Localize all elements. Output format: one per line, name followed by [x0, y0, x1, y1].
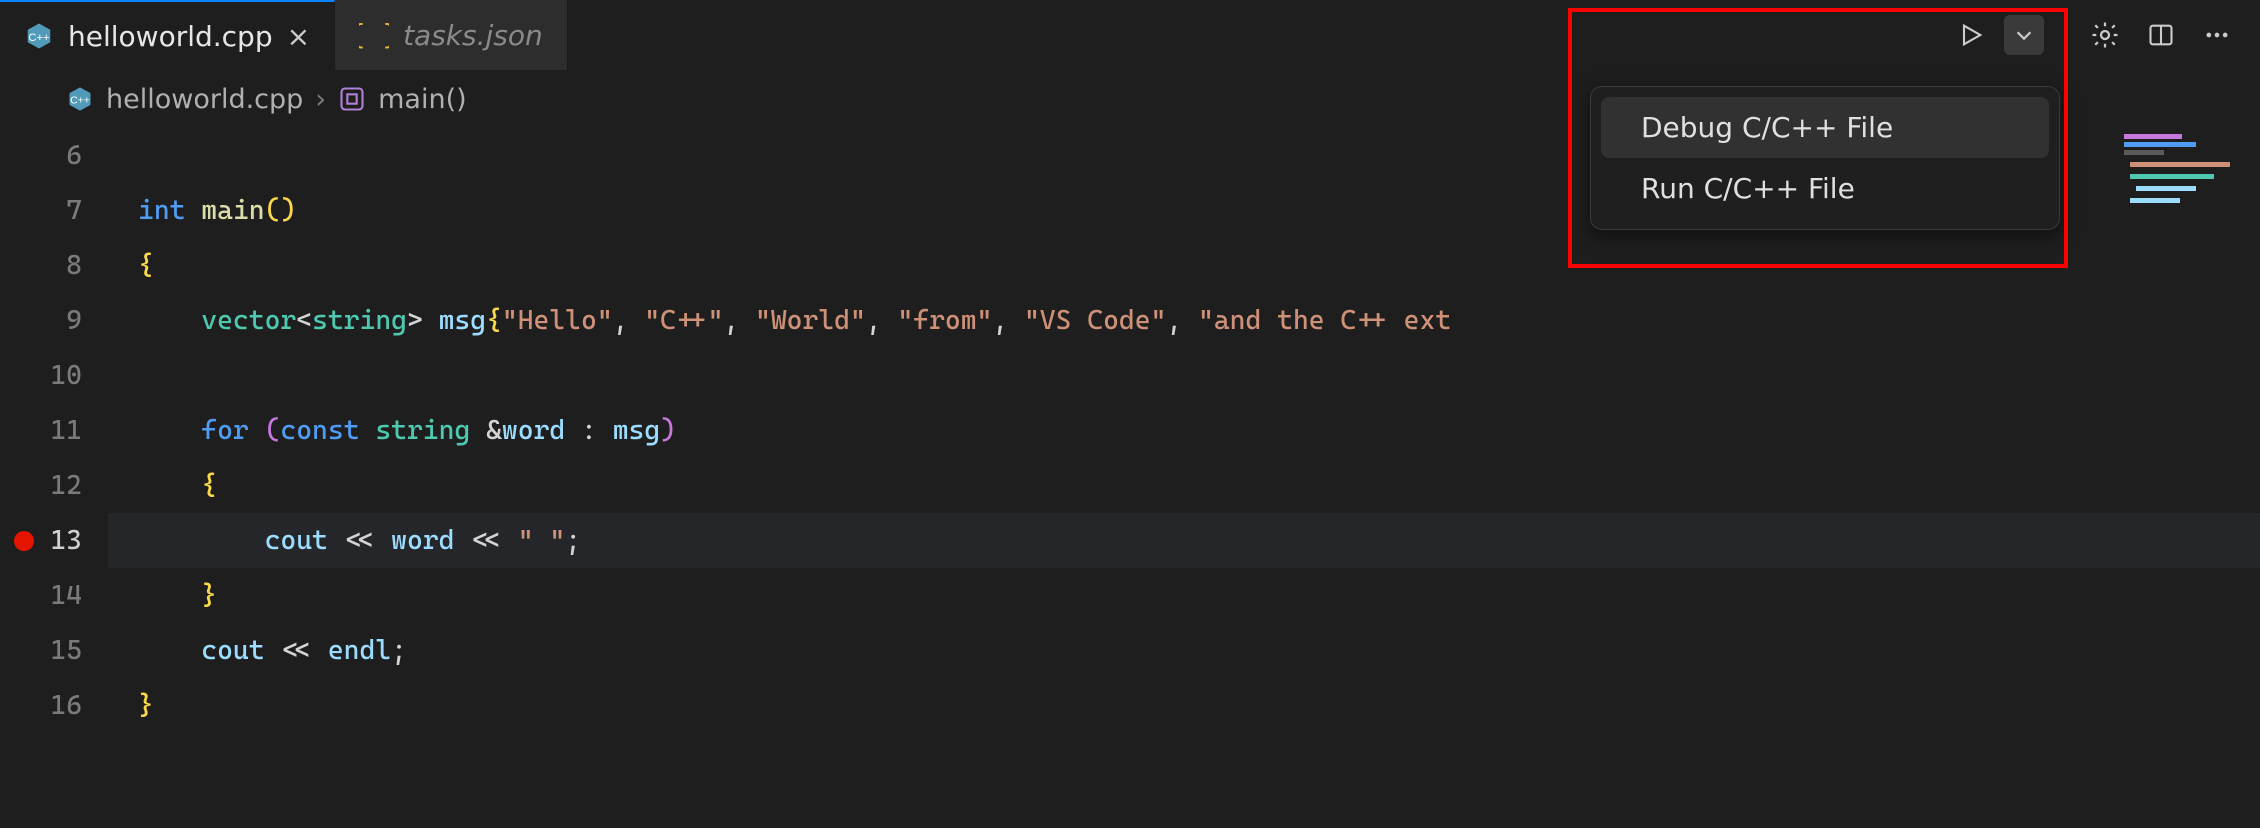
cpp-file-icon: C++ — [24, 21, 54, 51]
svg-text:C++: C++ — [70, 95, 90, 107]
line-number: 6 — [0, 128, 82, 183]
code-line[interactable]: cout << endl; — [108, 623, 2260, 678]
line-number: 10 — [0, 348, 82, 403]
symbol-function-icon — [338, 85, 366, 113]
line-number: 15 — [0, 623, 82, 678]
run-button[interactable] — [1948, 12, 1994, 58]
code-line[interactable]: for (const string &word : msg) — [108, 403, 2260, 458]
line-number-gutter: 678910111213141516 — [0, 128, 108, 828]
code-line[interactable]: } — [108, 568, 2260, 623]
dropdown-item-run[interactable]: Run C/C++ File — [1601, 158, 2049, 219]
dropdown-item-debug[interactable]: Debug C/C++ File — [1601, 97, 2049, 158]
breadcrumb-symbol[interactable]: main() — [378, 84, 467, 115]
settings-button[interactable] — [2082, 12, 2128, 58]
minimap[interactable] — [2118, 128, 2248, 268]
code-line[interactable] — [108, 348, 2260, 403]
cpp-file-icon: C++ — [66, 85, 94, 113]
line-number: 7 — [0, 183, 82, 238]
line-number: 16 — [0, 678, 82, 733]
editor[interactable]: 678910111213141516 int main(){ vector<st… — [0, 128, 2260, 828]
tab-bar-spacer — [568, 0, 1928, 70]
breadcrumb-separator: › — [315, 84, 326, 115]
line-number: 8 — [0, 238, 82, 293]
run-dropdown-menu: Debug C/C++ File Run C/C++ File — [1590, 86, 2060, 230]
line-number: 12 — [0, 458, 82, 513]
more-actions-button[interactable] — [2194, 12, 2240, 58]
tab-bar: C++ helloworld.cpp × { } tasks.json — [0, 0, 2260, 70]
line-number: 14 — [0, 568, 82, 623]
tab-label: helloworld.cpp — [68, 20, 273, 53]
code-line[interactable]: vector<string> msg{"Hello", "C++", "Worl… — [108, 293, 2260, 348]
svg-text:{ }: { } — [359, 20, 389, 50]
breadcrumb-file[interactable]: helloworld.cpp — [106, 84, 303, 115]
close-icon[interactable]: × — [287, 20, 310, 53]
run-dropdown-button[interactable] — [2004, 15, 2044, 55]
split-editor-button[interactable] — [2138, 12, 2184, 58]
line-number: 13 — [0, 513, 82, 568]
tab-actions — [1928, 0, 2260, 70]
code-line[interactable]: cout << word << " "; — [108, 513, 2260, 568]
code-line[interactable]: { — [108, 458, 2260, 513]
code-area[interactable]: int main(){ vector<string> msg{"Hello", … — [108, 128, 2260, 828]
tab-label: tasks.json — [403, 19, 543, 52]
svg-text:C++: C++ — [28, 32, 50, 44]
line-number: 9 — [0, 293, 82, 348]
line-number: 11 — [0, 403, 82, 458]
tab-helloworld-cpp[interactable]: C++ helloworld.cpp × — [0, 0, 335, 70]
breakpoint-icon[interactable] — [14, 531, 34, 551]
json-file-icon: { } — [359, 20, 389, 50]
tab-tasks-json[interactable]: { } tasks.json — [335, 0, 568, 70]
code-line[interactable]: } — [108, 678, 2260, 733]
code-line[interactable]: { — [108, 238, 2260, 293]
